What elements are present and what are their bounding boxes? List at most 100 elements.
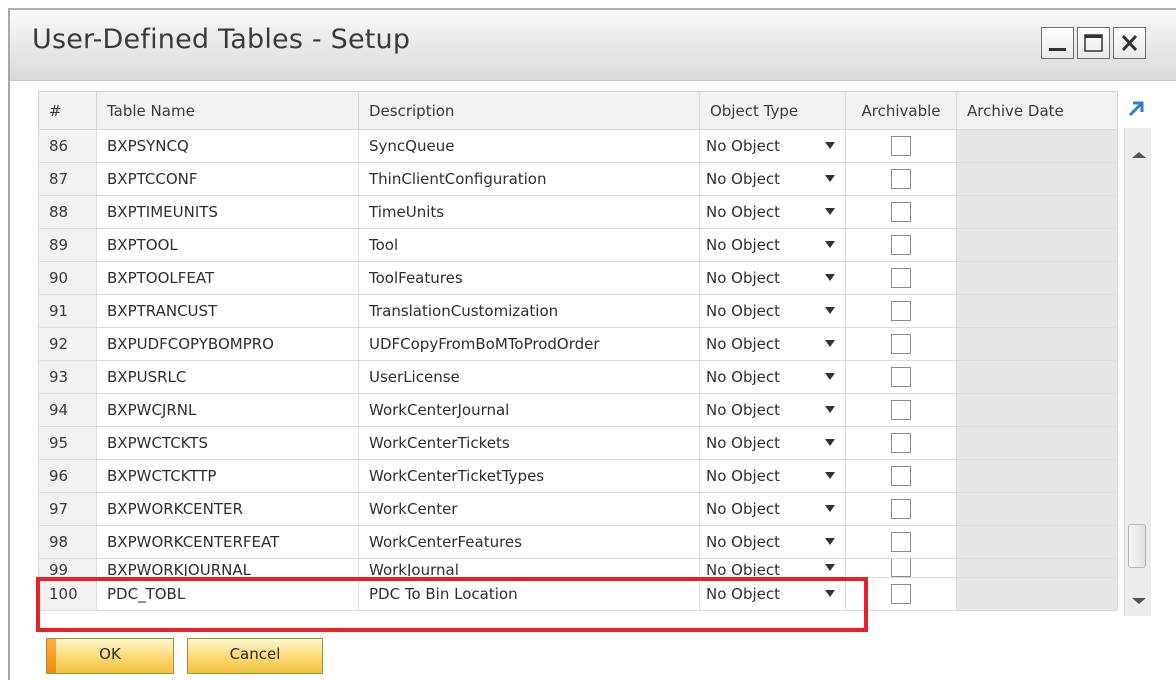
description-cell[interactable]: WorkCenterJournal xyxy=(358,393,700,427)
dropdown-arrow-icon[interactable] xyxy=(825,590,835,597)
maximize-button[interactable] xyxy=(1077,27,1110,59)
table-name-cell[interactable]: BXPTOOLFEAT xyxy=(96,261,359,295)
column-header-archivable[interactable]: Archivable xyxy=(845,91,957,130)
table-name-cell[interactable]: PDC_TOBL xyxy=(96,577,359,611)
table-name-cell[interactable]: BXPWORKJOURNAL xyxy=(96,558,359,578)
table-row[interactable]: 98 BXPWORKCENTERFEAT WorkCenterFeatures No … xyxy=(38,525,1118,559)
archivable-checkbox[interactable] xyxy=(891,466,911,486)
table-row[interactable]: 87 BXPTCCONF ThinClientConfiguration No Obj… xyxy=(38,162,1118,196)
description-cell[interactable]: WorkCenterTickets xyxy=(358,426,700,460)
table-row[interactable]: 89 BXPTOOL Tool No Object xyxy=(38,228,1118,262)
archivable-checkbox[interactable] xyxy=(891,400,911,420)
archivable-checkbox[interactable] xyxy=(891,268,911,288)
object-type-dropdown[interactable]: No Object xyxy=(699,459,846,493)
dropdown-arrow-icon[interactable] xyxy=(825,538,835,545)
archivable-checkbox[interactable] xyxy=(891,334,911,354)
description-cell[interactable]: TimeUnits xyxy=(358,195,700,229)
table-name-cell[interactable]: BXPWCJRNL xyxy=(96,393,359,427)
description-cell[interactable]: ThinClientConfiguration xyxy=(358,162,700,196)
scroll-down-arrow-icon[interactable] xyxy=(1132,598,1146,604)
cancel-button[interactable]: Cancel xyxy=(187,638,323,674)
dropdown-arrow-icon[interactable] xyxy=(825,307,835,314)
vertical-scrollbar[interactable] xyxy=(1124,128,1151,616)
dropdown-arrow-icon[interactable] xyxy=(825,472,835,479)
object-type-dropdown[interactable]: No Object xyxy=(699,360,846,394)
table-row[interactable]: 86 BXPSYNCQ SyncQueue No Object xyxy=(38,129,1118,163)
table-row[interactable]: 99 BXPWORKJOURNAL WorkJournal No Object xyxy=(38,558,1118,578)
table-name-cell[interactable]: BXPUSRLC xyxy=(96,360,359,394)
object-type-dropdown[interactable]: No Object xyxy=(699,426,846,460)
table-name-cell[interactable]: BXPWCTCKTS xyxy=(96,426,359,460)
close-button[interactable] xyxy=(1113,27,1146,59)
table-row[interactable]: 94 BXPWCJRNL WorkCenterJournal No Object xyxy=(38,393,1118,427)
object-type-dropdown[interactable]: No Object xyxy=(699,129,846,163)
dropdown-arrow-icon[interactable] xyxy=(825,142,835,149)
scroll-thumb[interactable] xyxy=(1128,524,1146,568)
column-header-description[interactable]: Description xyxy=(358,91,700,130)
object-type-dropdown[interactable]: No Object xyxy=(699,162,846,196)
column-header-table-name[interactable]: Table Name xyxy=(96,91,359,130)
dropdown-arrow-icon[interactable] xyxy=(825,208,835,215)
minimize-button[interactable] xyxy=(1041,27,1074,59)
table-row[interactable]: 95 BXPWCTCKTS WorkCenterTickets No Object xyxy=(38,426,1118,460)
archivable-checkbox[interactable] xyxy=(891,367,911,387)
object-type-dropdown[interactable]: No Object xyxy=(699,558,846,578)
object-type-dropdown[interactable]: No Object xyxy=(699,261,846,295)
table-row[interactable]: 96 BXPWCTCKTTP WorkCenterTicketTypes No Obj… xyxy=(38,459,1118,493)
object-type-dropdown[interactable]: No Object xyxy=(699,228,846,262)
table-row[interactable]: 91 BXPTRANCUST TranslationCustomization No … xyxy=(38,294,1118,328)
description-cell[interactable]: SyncQueue xyxy=(358,129,700,163)
table-row[interactable]: 90 BXPTOOLFEAT ToolFeatures No Object xyxy=(38,261,1118,295)
archivable-checkbox[interactable] xyxy=(891,532,911,552)
table-row[interactable]: 97 BXPWORKCENTER WorkCenter No Object xyxy=(38,492,1118,526)
description-cell[interactable]: WorkCenterTicketTypes xyxy=(358,459,700,493)
column-header-archive-date[interactable]: Archive Date xyxy=(956,91,1118,130)
title-bar[interactable]: User-Defined Tables - Setup xyxy=(10,10,1176,81)
object-type-dropdown[interactable]: No Object xyxy=(699,577,846,611)
expand-icon[interactable] xyxy=(1124,96,1148,120)
object-type-dropdown[interactable]: No Object xyxy=(699,195,846,229)
table-name-cell[interactable]: BXPUDFCOPYBOMPRO xyxy=(96,327,359,361)
dropdown-arrow-icon[interactable] xyxy=(825,373,835,380)
table-row[interactable]: 88 BXPTIMEUNITS TimeUnits No Object xyxy=(38,195,1118,229)
archivable-checkbox[interactable] xyxy=(891,136,911,156)
description-cell[interactable]: WorkJournal xyxy=(358,558,700,578)
archivable-checkbox[interactable] xyxy=(891,235,911,255)
column-header-object-type[interactable]: Object Type xyxy=(699,91,846,130)
table-name-cell[interactable]: BXPWORKCENTERFEAT xyxy=(96,525,359,559)
dropdown-arrow-icon[interactable] xyxy=(825,406,835,413)
description-cell[interactable]: TranslationCustomization xyxy=(358,294,700,328)
archivable-checkbox[interactable] xyxy=(891,584,911,604)
table-row[interactable]: 100 PDC_TOBL PDC To Bin Location No Object xyxy=(38,577,1118,611)
description-cell[interactable]: WorkCenterFeatures xyxy=(358,525,700,559)
description-cell[interactable]: UserLicense xyxy=(358,360,700,394)
description-cell[interactable]: Tool xyxy=(358,228,700,262)
description-cell[interactable]: UDFCopyFromBoMToProdOrder xyxy=(358,327,700,361)
table-row[interactable]: 93 BXPUSRLC UserLicense No Object xyxy=(38,360,1118,394)
archivable-checkbox[interactable] xyxy=(891,202,911,222)
object-type-dropdown[interactable]: No Object xyxy=(699,294,846,328)
archivable-checkbox[interactable] xyxy=(891,433,911,453)
object-type-dropdown[interactable]: No Object xyxy=(699,393,846,427)
object-type-dropdown[interactable]: No Object xyxy=(699,492,846,526)
archivable-checkbox[interactable] xyxy=(891,499,911,519)
archivable-checkbox[interactable] xyxy=(891,301,911,321)
table-name-cell[interactable]: BXPTCCONF xyxy=(96,162,359,196)
description-cell[interactable]: WorkCenter xyxy=(358,492,700,526)
table-name-cell[interactable]: BXPWORKCENTER xyxy=(96,492,359,526)
description-cell[interactable]: PDC To Bin Location xyxy=(358,577,700,611)
dropdown-arrow-icon[interactable] xyxy=(825,241,835,248)
ok-button[interactable]: OK xyxy=(46,638,174,674)
object-type-dropdown[interactable]: No Object xyxy=(699,525,846,559)
table-name-cell[interactable]: BXPWCTCKTTP xyxy=(96,459,359,493)
table-name-cell[interactable]: BXPTRANCUST xyxy=(96,294,359,328)
scroll-up-arrow-icon[interactable] xyxy=(1132,152,1146,158)
dropdown-arrow-icon[interactable] xyxy=(825,439,835,446)
archivable-checkbox[interactable] xyxy=(891,169,911,189)
dropdown-arrow-icon[interactable] xyxy=(825,175,835,182)
dropdown-arrow-icon[interactable] xyxy=(825,505,835,512)
dropdown-arrow-icon[interactable] xyxy=(825,274,835,281)
dropdown-arrow-icon[interactable] xyxy=(825,564,835,571)
table-name-cell[interactable]: BXPTOOL xyxy=(96,228,359,262)
table-name-cell[interactable]: BXPTIMEUNITS xyxy=(96,195,359,229)
